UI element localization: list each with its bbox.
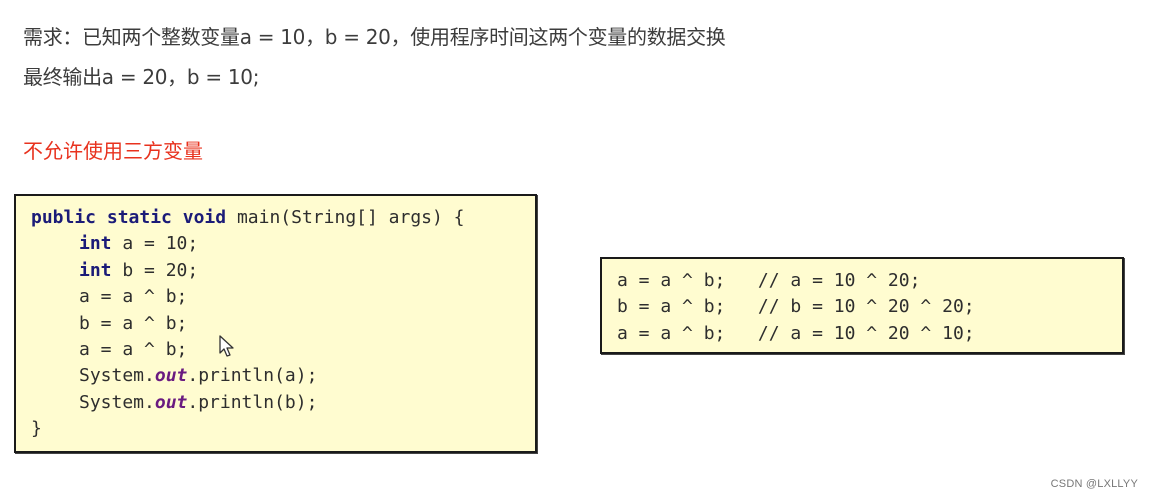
print-b-suffix: .println(b); [187, 391, 318, 413]
code-line-decl-b: int b = 20; [31, 258, 535, 284]
xor-line-1: a = a ^ b; // a = 10 ^ 20; [617, 270, 921, 291]
print-b-prefix: System. [79, 391, 155, 413]
field-out: out [154, 365, 188, 387]
keyword-static: static [106, 207, 172, 228]
signature-rest: main(String[] args) { [226, 207, 465, 228]
code-line-closing: } [31, 416, 535, 442]
requirement-text: 需求：已知两个整数变量a = 10，b = 20，使用程序时间这两个变量的数据交… [23, 25, 726, 49]
constraint-text: 不允许使用三方变量 [23, 139, 203, 163]
xor-explanation-code-block: a = a ^ b; // a = 10 ^ 20; b = a ^ b; //… [600, 257, 1124, 354]
expected-output-text: 最终输出a = 20，b = 10; [23, 65, 260, 89]
decl-b-rest: b = 20; [111, 259, 199, 281]
print-a-suffix: .println(a); [187, 365, 318, 387]
code-line-stmt2: b = a ^ b; [31, 311, 535, 337]
xor-line-3: a = a ^ b; // a = 10 ^ 20 ^ 10; [617, 322, 975, 344]
code-line-print-b: System.out.println(b); [31, 390, 535, 416]
mouse-pointer-icon [219, 335, 234, 357]
code-line-decl-a: int a = 10; [31, 231, 535, 257]
field-out: out [154, 391, 188, 413]
keyword-void: void [182, 207, 227, 228]
xor-line-2: b = a ^ b; // b = 10 ^ 20 ^ 20; [617, 296, 975, 318]
stmt2-text: b = a ^ b; [79, 312, 188, 334]
main-method-code-block: public static void main(String[] args) {… [14, 194, 537, 453]
keyword-public: public [31, 207, 97, 228]
watermark: CSDN @LXLLYY [1050, 478, 1138, 490]
code-line-stmt1: a = a ^ b; [31, 284, 535, 310]
stmt1-text: a = a ^ b; [79, 286, 188, 308]
decl-a-rest: a = 10; [111, 233, 199, 255]
print-a-prefix: System. [79, 365, 155, 387]
stmt3-text: a = a ^ b; [79, 338, 188, 360]
keyword-int: int [79, 233, 112, 255]
code-line-stmt3: a = a ^ b; [31, 337, 535, 363]
closing-brace: } [31, 418, 42, 440]
keyword-int: int [79, 259, 112, 281]
code-line-print-a: System.out.println(a); [31, 363, 535, 389]
code-line-signature: public static void main(String[] args) { [31, 205, 535, 231]
